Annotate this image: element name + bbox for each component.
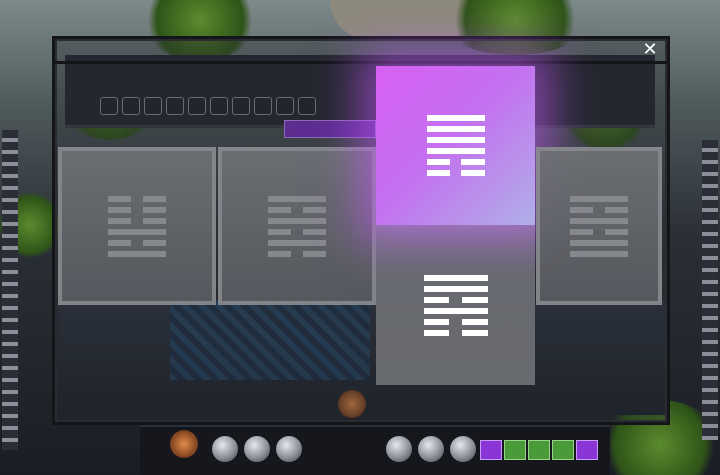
console-purple-button [480,440,502,460]
film-strip-left [2,130,18,450]
hexagram-card-3-selected[interactable] [376,66,535,225]
modal-top-bar: ✕ [55,39,667,64]
console-knob [386,436,412,462]
hexagram-solid-line [423,274,488,281]
hexagram-solid-line [426,115,485,121]
hexagram-solid-line [426,126,485,132]
hexagram-solid-line [570,239,628,246]
hexagram-solid-line [423,307,488,314]
hexagram-icon [108,195,166,257]
hexagram-icon [570,195,628,257]
hexagram-broken-line [570,228,628,235]
hexagram-icon [423,274,488,336]
hexagram-broken-line [108,206,166,213]
hexagram-card-3-preview[interactable] [376,225,535,385]
console-green-button [504,440,526,460]
console-knob [212,436,238,462]
hexagram-solid-line [423,285,488,292]
hexagram-icon [426,115,485,176]
orange-dial [170,430,198,458]
hexagram-card-2[interactable] [218,147,376,305]
hexagram-solid-line [426,148,485,154]
hexagram-solid-line [570,250,628,257]
console-green-button [552,440,574,460]
console-knob [244,436,270,462]
console-green-button [528,440,550,460]
hexagram-broken-line [108,217,166,224]
hexagram-solid-line [570,195,628,202]
hexagram-broken-line [108,239,166,246]
hexagram-broken-line [268,250,326,257]
hexagram-broken-line [423,329,488,336]
film-strip-right [702,140,718,440]
close-icon: ✕ [642,39,658,60]
console-purple-button [576,440,598,460]
hexagram-solid-line [108,250,166,257]
console-knob [450,436,476,462]
hexagram-broken-line [423,318,488,325]
hexagram-solid-line [108,228,166,235]
hexagram-solid-line [268,239,326,246]
hexagram-broken-line [426,170,485,176]
hexagram-solid-line [570,217,628,224]
hexagram-broken-line [423,296,488,303]
hexagram-solid-line [268,195,326,202]
hexagram-solid-line [268,217,326,224]
hexagram-icon [268,195,326,257]
console-knob [418,436,444,462]
hexagram-broken-line [268,206,326,213]
hexagram-card-1[interactable] [58,147,216,305]
hexagram-card-4[interactable] [536,147,662,305]
hexagram-broken-line [426,159,485,165]
hexagram-broken-line [108,195,166,202]
hexagram-broken-line [570,206,628,213]
hexagram-solid-line [426,137,485,143]
close-button[interactable]: ✕ [641,41,659,59]
hexagram-broken-line [268,228,326,235]
console-knob [276,436,302,462]
